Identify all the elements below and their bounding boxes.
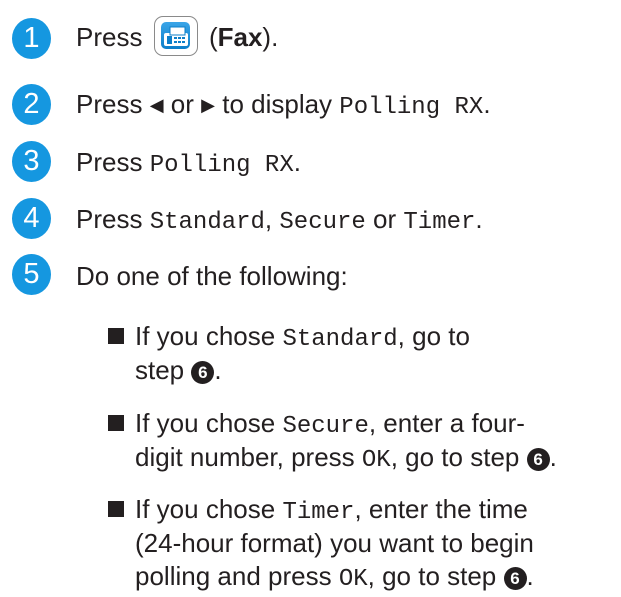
bullet-text-part: . — [526, 561, 534, 591]
bullet-text-part: . — [214, 355, 222, 385]
step-text-part: . — [475, 204, 483, 234]
step-reference-badge: 6 — [191, 361, 215, 384]
right-arrow-icon: ▶ — [201, 95, 215, 115]
step-text: Press Polling RX. — [76, 145, 301, 183]
bullet-text: step 6. — [135, 353, 222, 387]
step-text-part: or — [373, 204, 397, 234]
bullet-text-part: (24-hour format) you want to begin — [135, 528, 534, 558]
bullet-text-part: polling and press — [135, 561, 332, 591]
step-number-badge: 4 — [12, 198, 51, 239]
bullet-text-part: If you chose — [135, 494, 276, 524]
step-text-part: Do one of the following: — [76, 261, 348, 291]
fax-button — [153, 16, 198, 57]
step-text: Do one of the following: — [76, 259, 348, 293]
step-text: Press Standard, Secure or Timer. — [76, 202, 483, 240]
lcd-text: Secure — [282, 413, 369, 440]
lcd-text: Secure — [279, 209, 366, 236]
step-text-part: Press — [76, 89, 143, 119]
step-number-badge: 2 — [12, 84, 51, 125]
bullet-text-part: If you chose — [135, 408, 276, 438]
bullet-text: If you chose Standard, go to — [135, 319, 470, 357]
step-text-part: to display — [222, 89, 333, 119]
bullet-text-part: , enter a four- — [368, 408, 525, 438]
step-number-badge: 5 — [12, 254, 51, 295]
bullet-text: If you chose Timer, enter the time — [135, 492, 528, 530]
bullet-text-part: , go to — [397, 321, 470, 351]
lcd-text: Polling RX — [149, 152, 294, 179]
lcd-text: Polling RX — [339, 94, 484, 121]
step-reference-badge: 6 — [503, 567, 527, 590]
step-text: Press ◀ or ▶ to display Polling RX. — [76, 87, 491, 125]
step-number-badge: 3 — [12, 141, 51, 182]
bullet-text-part: digit number, press — [135, 442, 355, 472]
bullet-text-part: If you chose — [135, 321, 276, 351]
bullet-text-part: step — [135, 355, 185, 385]
paren-open: ( — [208, 22, 218, 52]
lcd-text: OK — [338, 566, 368, 593]
lcd-text: Standard — [149, 209, 265, 236]
step-text: Press (Fax). — [76, 16, 279, 57]
paren-close: ). — [262, 22, 279, 52]
bullet-square-icon — [108, 328, 124, 344]
bullet-text: digit number, press OK, go to step 6. — [135, 440, 557, 478]
press-text: Press — [76, 22, 143, 52]
bullet-text: (24-hour format) you want to begin — [135, 526, 534, 560]
bullet-text-part: , go to step — [367, 561, 497, 591]
bullet-text-part: , enter the time — [354, 494, 528, 524]
step-text-part: Press — [76, 204, 143, 234]
step-text-part: , — [264, 204, 273, 234]
step-text-part: . — [293, 147, 301, 177]
lcd-text: OK — [361, 447, 391, 474]
bullet-text: polling and press OK, go to step 6. — [135, 559, 534, 597]
lcd-text: Standard — [282, 326, 398, 353]
bullet-text-part: . — [549, 442, 557, 472]
bullet-square-icon — [108, 501, 124, 517]
step-text-part: Press — [76, 147, 143, 177]
bullet-square-icon — [108, 415, 124, 431]
bullet-text: If you chose Secure, enter a four- — [135, 406, 525, 444]
lcd-text: Timer — [282, 499, 355, 526]
step-number-badge: 1 — [12, 18, 51, 59]
lcd-text: Timer — [403, 209, 476, 236]
fax-key-label: Fax — [217, 22, 263, 52]
bullet-text-part: , go to step — [390, 442, 520, 472]
fax-icon — [163, 26, 188, 47]
left-arrow-icon: ◀ — [149, 95, 164, 115]
step-text-part: . — [483, 89, 491, 119]
step-reference-badge: 6 — [526, 448, 550, 471]
step-text-part: or — [170, 89, 194, 119]
